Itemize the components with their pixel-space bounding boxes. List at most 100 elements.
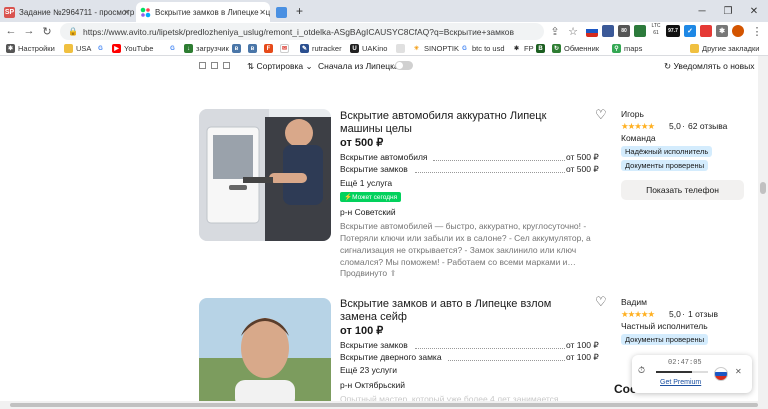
seller-name[interactable]: Вадим: [621, 297, 647, 307]
tab-pinned[interactable]: [272, 2, 292, 22]
show-phone-button[interactable]: Показать телефон: [621, 180, 744, 200]
profile-avatar[interactable]: [732, 25, 744, 37]
bookmark-icon: B: [536, 44, 545, 53]
timer-text: 02:47:05: [668, 359, 702, 367]
ru-flag-icon[interactable]: [714, 367, 728, 381]
vpn-popup: ⏱ 02:47:05 Get Premium ✕: [632, 355, 752, 393]
avito-favicon-icon: [140, 6, 151, 18]
extension-badge-icon[interactable]: 80: [618, 25, 630, 37]
extension-icon[interactable]: [634, 25, 646, 37]
hscrollbar-thumb[interactable]: [10, 403, 758, 407]
ru-flag-icon[interactable]: [586, 25, 598, 37]
minimize-icon[interactable]: ─: [690, 0, 714, 22]
bookmark-b[interactable]: B: [536, 42, 548, 55]
get-premium-link[interactable]: Get Premium: [660, 379, 701, 386]
rutracker-icon: ✎: [300, 44, 309, 53]
vertical-scrollbar[interactable]: [758, 56, 768, 401]
bookmark-uakino[interactable]: U UAKino: [350, 42, 387, 55]
sort-dropdown[interactable]: ⇅ Сортировка ⌄: [247, 61, 313, 72]
bookmark-usa[interactable]: USA: [64, 42, 91, 55]
notify-label: Уведомлять о новых: [673, 61, 755, 71]
bookmark-settings[interactable]: ✱ Настройки: [6, 42, 55, 55]
service-price: от 500 ₽: [566, 164, 599, 174]
folder-icon: [690, 44, 699, 53]
close-tab-icon[interactable]: ✕: [123, 8, 130, 17]
more-services-link[interactable]: Ещё 1 услуга: [340, 178, 392, 188]
ltc-ticker[interactable]: LTC 61: [648, 23, 664, 39]
sp-favicon-icon: SP: [4, 6, 15, 18]
bookmark-maps[interactable]: ⚲ maps: [612, 42, 642, 55]
sort-first-toggle[interactable]: [395, 61, 413, 70]
list-view-icon[interactable]: [211, 62, 218, 69]
url-text: https://www.avito.ru/lipetsk/predlozheni…: [82, 26, 515, 37]
bookmark-star-icon[interactable]: ☆: [566, 24, 580, 38]
scrollbar-thumb[interactable]: [760, 182, 766, 194]
tab-title: Вскрытие замков в Липецке - це: [155, 7, 270, 17]
close-tab-icon[interactable]: ✕: [259, 8, 266, 17]
close-window-icon[interactable]: ✕: [742, 0, 766, 22]
page-favicon-icon: [276, 6, 287, 18]
horizontal-scrollbar[interactable]: [0, 401, 768, 409]
tab-avito[interactable]: Вскрытие замков в Липецке - це ✕: [136, 2, 270, 22]
puzzle-icon[interactable]: ✱: [716, 25, 728, 37]
bookmark-google[interactable]: G: [96, 42, 108, 55]
bookmark-other[interactable]: Другие закладки: [690, 42, 759, 55]
listing-title[interactable]: Вскрытие замков и авто в Липецке взлом з…: [340, 298, 580, 324]
new-tab-button[interactable]: +: [296, 4, 303, 18]
reviews-link[interactable]: 62 отзыва: [688, 121, 727, 131]
leader-dots: [433, 160, 565, 161]
bookmark-sinoptik[interactable]: ☀ SINOPTIK: [412, 42, 459, 55]
bookmark-vk-2[interactable]: в: [248, 42, 260, 55]
notify-new-link[interactable]: ↻ Уведомлять о новых: [664, 61, 755, 72]
listing-photo[interactable]: [199, 109, 331, 241]
menu-icon[interactable]: ⋮: [750, 24, 764, 38]
lightning-icon: ⚡: [344, 194, 353, 201]
service-price: от 500 ₽: [566, 152, 599, 162]
f-icon: F: [264, 44, 273, 53]
reviews-link[interactable]: 1 отзыв: [688, 309, 718, 319]
rating-separator: ·: [682, 309, 685, 319]
bookmark-label: YouTube: [124, 44, 154, 53]
check-icon[interactable]: ✓: [684, 25, 696, 37]
forward-icon[interactable]: →: [22, 24, 36, 38]
listing-title[interactable]: Вскрытие автомобиля аккуратно Липецк маш…: [340, 110, 580, 136]
bookmark-btc[interactable]: Gbtc to usd: [460, 42, 505, 55]
share-icon[interactable]: ⇪: [548, 24, 562, 38]
google-icon: G: [460, 44, 469, 53]
rating-value: 5,0: [669, 309, 681, 319]
extension-icon[interactable]: [700, 25, 712, 37]
favorite-heart-icon[interactable]: ♡: [595, 294, 607, 310]
maximize-icon[interactable]: ❐: [716, 0, 740, 22]
bookmark-rutracker[interactable]: ✎ rutracker: [300, 42, 342, 55]
bookmark-mail[interactable]: ✉: [280, 42, 292, 55]
favorite-heart-icon[interactable]: ♡: [595, 107, 607, 123]
listing-photo[interactable]: [199, 298, 331, 401]
bookmark-exchange[interactable]: ↻ Обменник: [552, 42, 599, 55]
bookmark-downloader[interactable]: ↓ загрузчик: [184, 42, 229, 55]
mail-icon: ✉: [280, 44, 289, 53]
bookmark-youtube[interactable]: ▶ YouTube: [112, 42, 153, 55]
bookmark-blank[interactable]: [396, 42, 408, 55]
bookmark-f[interactable]: F: [264, 42, 276, 55]
bookmark-vk[interactable]: в: [232, 42, 244, 55]
sinoptik-icon: ☀: [412, 44, 421, 53]
price-extension-icon[interactable]: 97.7: [666, 25, 680, 37]
grid-view-icon[interactable]: [199, 62, 206, 69]
tile-view-icon[interactable]: [223, 62, 230, 69]
back-icon[interactable]: ←: [4, 24, 18, 38]
extension-icon[interactable]: [602, 25, 614, 37]
bookmark-label: maps: [624, 44, 643, 53]
close-popup-icon[interactable]: ✕: [735, 367, 742, 376]
page-content: ⇅ Сортировка ⌄ Сначала из Липецка ↻ Увед…: [0, 56, 758, 401]
more-services-link[interactable]: Ещё 23 услуги: [340, 365, 397, 375]
bookmark-label: UAKino: [362, 44, 388, 53]
lock-icon: 🔒: [68, 27, 78, 36]
bookmark-fp[interactable]: ✱ FP: [512, 42, 534, 55]
sort-label: Сортировка: [256, 61, 304, 71]
seller-name[interactable]: Игорь: [621, 109, 644, 119]
tab-zadanie[interactable]: SP Задание №2964711 - просмотр з ✕: [0, 2, 134, 22]
bookmark-google-2[interactable]: G: [168, 42, 180, 55]
url-bar[interactable]: 🔒 https://www.avito.ru/lipetsk/predlozhe…: [60, 23, 544, 40]
reload-icon[interactable]: ↻: [40, 24, 54, 38]
district-label: р-н Советский: [340, 207, 396, 217]
